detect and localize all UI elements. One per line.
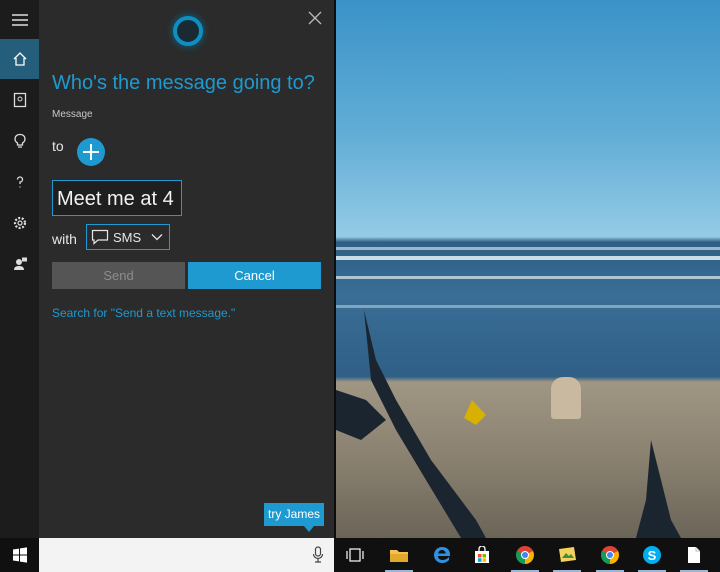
close-button[interactable]	[305, 8, 325, 28]
sidebar-item-help[interactable]	[0, 162, 39, 202]
photos-icon	[559, 547, 576, 562]
task-view-icon	[346, 548, 364, 562]
taskbar: S	[0, 538, 720, 572]
menu-icon	[11, 14, 28, 26]
chrome-icon	[516, 546, 534, 564]
chrome-icon	[601, 546, 619, 564]
edge-icon	[434, 547, 450, 563]
store-icon	[475, 546, 489, 563]
sidebar-item-reminders[interactable]	[0, 121, 39, 161]
close-icon	[308, 11, 322, 25]
taskbar-chrome[interactable]	[508, 538, 542, 572]
start-button[interactable]	[0, 538, 39, 572]
sidebar-item-settings[interactable]	[0, 203, 39, 243]
to-label: to	[52, 138, 64, 154]
add-recipient-button[interactable]	[77, 138, 105, 166]
cancel-button[interactable]: Cancel	[188, 262, 321, 289]
windows-start-icon	[12, 547, 27, 563]
messaging-app-select[interactable]: SMS	[86, 224, 170, 250]
skype-icon: S	[643, 546, 661, 564]
section-label: Message	[52, 109, 93, 120]
home-icon	[13, 52, 26, 66]
message-field[interactable]: Meet me at 4	[52, 180, 182, 216]
svg-text:S: S	[648, 548, 657, 563]
taskbar-document[interactable]	[677, 538, 711, 572]
cortana-logo-icon	[173, 16, 203, 46]
page-title: Who's the message going to?	[52, 72, 315, 94]
feedback-icon	[13, 257, 27, 270]
chevron-down-icon	[151, 233, 163, 241]
with-label: with	[52, 231, 77, 247]
cortana-sidebar	[0, 0, 39, 538]
taskbar-search-box[interactable]	[39, 538, 334, 572]
taskbar-chrome-2[interactable]	[593, 538, 627, 572]
sidebar-item-notebook[interactable]	[0, 80, 39, 120]
plus-icon	[83, 144, 99, 160]
tooltip-pointer	[304, 526, 314, 532]
taskbar-file-explorer[interactable]	[382, 538, 416, 572]
help-icon	[16, 176, 23, 188]
taskbar-edge[interactable]	[425, 538, 459, 572]
sidebar-item-home[interactable]	[0, 39, 39, 79]
settings-icon	[13, 216, 26, 230]
lightbulb-icon	[13, 133, 26, 148]
microphone-icon	[312, 546, 324, 563]
file-explorer-icon	[390, 550, 408, 562]
cortana-panel: Who's the message going to? Message to M…	[39, 0, 334, 538]
web-search-link[interactable]: Search for "Send a text message."	[52, 306, 235, 320]
taskbar-skype[interactable]: S	[635, 538, 669, 572]
document-icon	[688, 547, 700, 563]
menu-button[interactable]	[0, 0, 39, 40]
task-view-button[interactable]	[338, 538, 372, 572]
suggestion-tooltip: try James	[264, 503, 325, 526]
microphone-button[interactable]	[312, 546, 324, 569]
send-button[interactable]: Send	[52, 262, 185, 289]
notebook-icon	[13, 92, 26, 108]
chat-bubble-icon	[91, 229, 109, 245]
selected-app-label: SMS	[113, 229, 142, 245]
palm-silhouette	[336, 310, 681, 538]
desktop-wallpaper	[336, 0, 720, 538]
sidebar-item-feedback[interactable]	[0, 244, 39, 284]
taskbar-photos[interactable]	[550, 538, 584, 572]
taskbar-store[interactable]	[465, 538, 499, 572]
